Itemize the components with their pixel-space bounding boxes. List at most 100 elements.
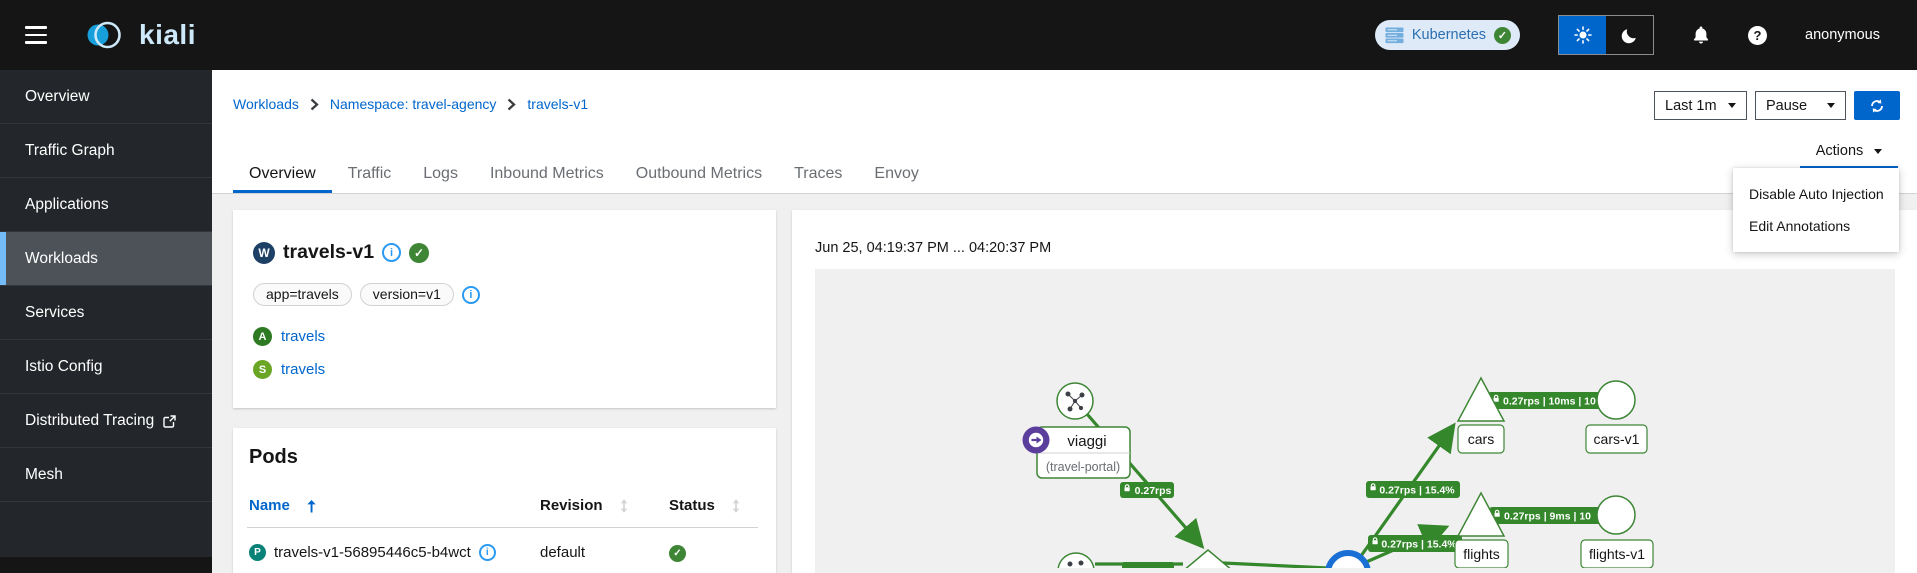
tab-logs[interactable]: Logs (407, 155, 474, 193)
sidebar-item-distributed-tracing[interactable]: Distributed Tracing (0, 394, 212, 448)
sidebar-item-workloads[interactable]: Workloads (0, 232, 212, 286)
tab-traces[interactable]: Traces (778, 155, 858, 193)
cluster-name: Kubernetes (1411, 27, 1487, 43)
tab-inbound-metrics[interactable]: Inbound Metrics (474, 155, 620, 193)
graph-node-travels-v1-selected[interactable] (1325, 550, 1371, 568)
graph-node-flights-v1[interactable] (1596, 495, 1636, 535)
graph-overview-card: Jun 25, 04:19:37 PM ... 04:20:37 PM 0.27… (792, 210, 1917, 573)
nav-toggle-button[interactable] (10, 0, 62, 70)
info-icon[interactable] (478, 544, 496, 561)
breadcrumb-workload-name[interactable]: travels-v1 (527, 96, 588, 112)
column-header-revision: Revision (538, 481, 667, 528)
svg-text:viaggi: viaggi (1067, 433, 1106, 450)
pods-card-title: Pods (249, 446, 298, 468)
label-pill-version: version=v1 (359, 283, 454, 306)
graph-label-flights-v1: flights-v1 (1580, 539, 1654, 568)
pod-name: travels-v1-56895446c5-b4wct (274, 544, 471, 561)
masthead-right: Kubernetes ✓ ? anonymous (1374, 15, 1917, 55)
sidebar-item-traffic-graph[interactable]: Traffic Graph (0, 124, 212, 178)
svg-text:flights-v1: flights-v1 (1589, 546, 1645, 562)
notifications-button[interactable] (1692, 26, 1710, 45)
main-area: Workloads Namespace: travel-agency trave… (212, 70, 1917, 573)
workload-summary-card: W travels-v1 app=travels version=v1 A tr… (233, 210, 776, 408)
svg-text:0.27rps | 9ms | 10: 0.27rps | 9ms | 10 (1504, 511, 1591, 523)
sort-by-revision[interactable]: Revision (540, 497, 667, 514)
username: anonymous (1805, 27, 1880, 43)
graph-node-gateway[interactable]: viaggi (travel-portal) (1022, 426, 1131, 479)
service-badge: S (253, 360, 272, 379)
sidebar-item-istio-config[interactable]: Istio Config (0, 340, 212, 394)
edge-label-gateway-out: 0.27rps (1120, 482, 1174, 498)
mini-graph[interactable]: 0.27rps | 10ms | 10 0.27rps | 9ms | 10 v… (815, 269, 1895, 573)
sort-ascending-icon (306, 499, 317, 513)
health-check-icon[interactable] (409, 242, 430, 263)
kiali-logo-icon (84, 16, 130, 54)
traffic-graph-svg: 0.27rps | 10ms | 10 0.27rps | 9ms | 10 v… (1022, 376, 1654, 568)
sidebar-item-services[interactable]: Services (0, 286, 212, 340)
pod-badge: P (249, 544, 266, 561)
graph-node-cars-v1[interactable] (1596, 380, 1636, 420)
graph-label-cars-v1: cars-v1 (1585, 424, 1648, 454)
svg-text:0.27rps | 10ms | 10: 0.27rps | 10ms | 10 (1503, 396, 1596, 408)
sync-icon (1869, 98, 1885, 114)
chevron-down-icon (1874, 148, 1883, 154)
edge-label-flights-link: 0.27rps | 9ms | 10 (1490, 507, 1608, 524)
sidebar-item-label: Overview (25, 88, 90, 105)
help-button[interactable]: ? (1748, 25, 1768, 45)
actions-dropdown-button[interactable]: Actions (1800, 136, 1898, 168)
duration-select[interactable]: Last 1m (1654, 91, 1747, 120)
sidebar-item-label: Workloads (25, 250, 98, 267)
menu-item-disable-auto-injection[interactable]: Disable Auto Injection (1733, 178, 1899, 210)
column-label: Status (669, 497, 715, 514)
refresh-interval-select[interactable]: Pause (1755, 91, 1846, 120)
sort-by-status[interactable]: Status (669, 497, 758, 514)
workload-service-row: S travels (253, 360, 760, 379)
light-theme-button[interactable] (1559, 16, 1607, 54)
pod-name-cell: P travels-v1-56895446c5-b4wct (249, 544, 538, 561)
tab-outbound-metrics[interactable]: Outbound Metrics (620, 155, 778, 193)
page-header: Workloads Namespace: travel-agency trave… (212, 70, 1917, 194)
breadcrumb-workloads[interactable]: Workloads (233, 96, 299, 112)
pods-card: Pods Name Revision Status P travels-v1-5… (233, 428, 776, 573)
tab-traffic[interactable]: Traffic (332, 155, 408, 193)
tab-overview[interactable]: Overview (233, 155, 332, 193)
info-icon[interactable] (382, 243, 402, 262)
table-row: P travels-v1-56895446c5-b4wct default (247, 527, 758, 573)
pod-status-healthy-icon[interactable] (669, 545, 686, 562)
service-link[interactable]: travels (281, 361, 325, 378)
cluster-badge[interactable]: Kubernetes (1374, 20, 1521, 50)
sidebar-item-label: Traffic Graph (25, 142, 115, 159)
app-badge: A (253, 327, 272, 346)
graph-node-travels-service[interactable] (1183, 549, 1233, 568)
menu-item-edit-annotations[interactable]: Edit Annotations (1733, 210, 1899, 242)
sort-by-name[interactable]: Name (249, 497, 538, 514)
sidebar-item-label: Istio Config (25, 358, 103, 375)
sort-both-icon (619, 498, 629, 514)
edge-label-clipped (1122, 562, 1174, 568)
svg-text:(travel-portal): (travel-portal) (1046, 460, 1120, 474)
chevron-down-icon (1728, 103, 1736, 108)
root-arrow-badge (1022, 426, 1050, 454)
sidebar-item-mesh[interactable]: Mesh (0, 448, 212, 502)
sidebar-footer (0, 557, 212, 573)
graph-node-root[interactable] (1056, 382, 1094, 420)
hamburger-icon (25, 26, 47, 44)
column-label: Revision (540, 497, 603, 514)
graph-node-portal-2[interactable] (1057, 552, 1095, 568)
sidebar-item-overview[interactable]: Overview (0, 70, 212, 124)
breadcrumb-namespace[interactable]: Namespace: travel-agency (330, 96, 497, 112)
sidebar-item-applications[interactable]: Applications (0, 178, 212, 232)
pod-revision: default (538, 527, 667, 573)
actions-label: Actions (1815, 143, 1864, 159)
tab-envoy[interactable]: Envoy (858, 155, 934, 193)
content: W travels-v1 app=travels version=v1 A tr… (212, 194, 1917, 573)
brand-title: kiali (139, 19, 196, 50)
kiali-brand: kiali (84, 16, 196, 54)
refresh-button[interactable] (1854, 91, 1900, 120)
info-icon[interactable] (461, 285, 480, 304)
edge-label-cars-link: 0.27rps | 10ms | 10 (1489, 392, 1607, 409)
detail-tabs: Overview Traffic Logs Inbound Metrics Ou… (233, 155, 935, 193)
app-link[interactable]: travels (281, 328, 325, 345)
sidebar-item-label: Distributed Tracing (25, 412, 155, 429)
dark-theme-button[interactable] (1606, 16, 1654, 54)
